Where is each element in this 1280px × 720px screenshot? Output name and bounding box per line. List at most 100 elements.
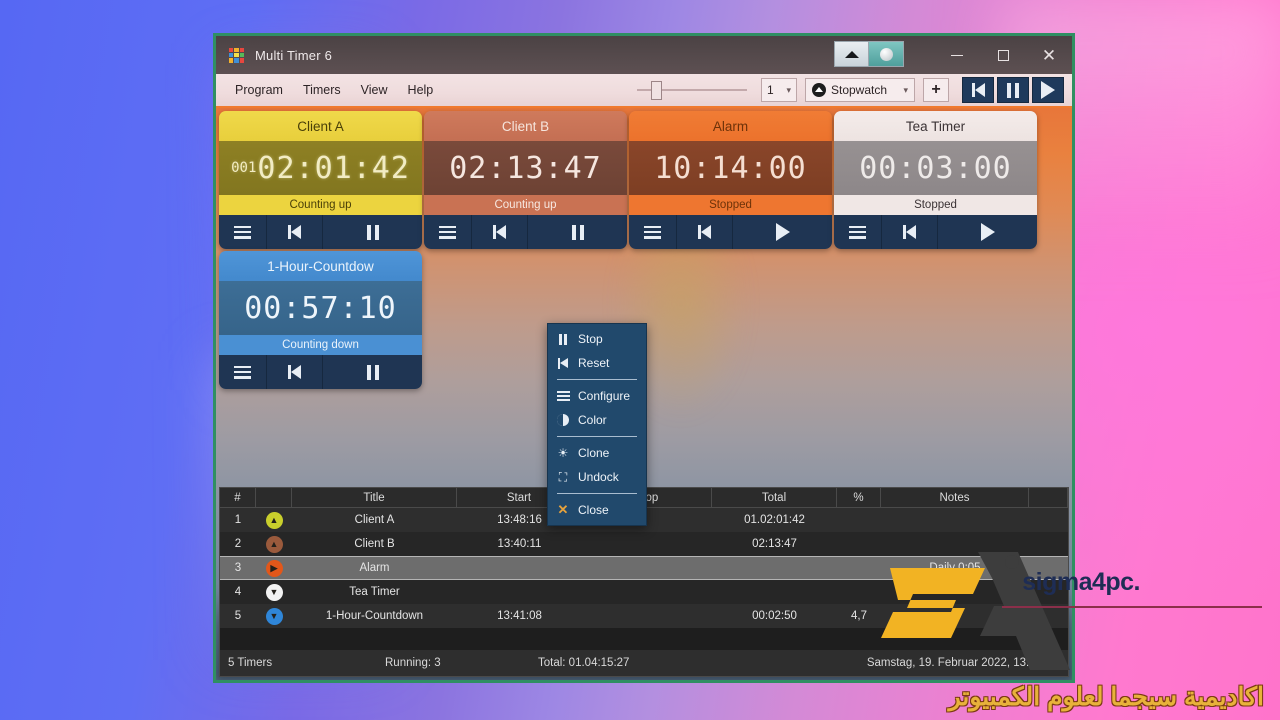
context-menu-item-clone[interactable]: ☀ Clone	[548, 441, 646, 465]
timer-display[interactable]: 001 02:01:42	[219, 141, 422, 195]
timer-card-title: Client A	[219, 111, 422, 141]
timer-mode-dropdown[interactable]: Stopwatch ▾	[805, 78, 915, 102]
row-stop	[582, 604, 712, 628]
play-icon	[1041, 81, 1055, 99]
card-menu-button[interactable]	[834, 215, 882, 249]
minimize-button[interactable]	[934, 36, 980, 74]
pause-icon	[366, 224, 379, 240]
timer-card[interactable]: 1-Hour-Countdow 00:57:10 Counting down	[219, 251, 422, 389]
state-up-icon: ▲	[265, 535, 283, 553]
add-timer-button[interactable]: +	[923, 78, 949, 102]
context-menu-item-color[interactable]: Color	[548, 408, 646, 432]
timer-card[interactable]: Tea Timer 00:03:00 Stopped	[834, 111, 1037, 249]
maximize-button[interactable]	[980, 36, 1026, 74]
column-header-title[interactable]: Title	[292, 488, 457, 507]
card-play-button[interactable]	[938, 215, 1037, 249]
menu-lines-icon	[556, 391, 570, 401]
skip-back-button[interactable]	[962, 77, 994, 103]
column-header-number[interactable]: #	[220, 488, 256, 507]
row-percent: 4,7	[851, 610, 867, 622]
card-reset-button[interactable]	[267, 355, 323, 389]
timer-card[interactable]: Client B 02:13:47 Counting up	[424, 111, 627, 249]
row-title: Client B	[354, 538, 395, 550]
row-title: Tea Timer	[349, 586, 400, 598]
table-row[interactable]: 5 ▼ 1-Hour-Countdown 13:41:08 00:02:50 4,7	[220, 604, 1068, 628]
column-header-total[interactable]: Total	[712, 488, 837, 507]
slider-thumb[interactable]	[651, 81, 662, 100]
table-row[interactable]: 4 ▼ Tea Timer	[220, 580, 1068, 604]
zoom-slider[interactable]	[637, 79, 747, 101]
card-pause-button[interactable]	[323, 355, 422, 389]
row-stop	[582, 557, 712, 579]
context-menu-item-stop[interactable]: Stop	[548, 327, 646, 351]
row-state-cell: ▼	[256, 604, 292, 628]
row-state-cell: ▲	[256, 532, 292, 556]
row-total	[712, 580, 837, 604]
row-total	[712, 557, 837, 579]
column-header-percent[interactable]: %	[837, 488, 881, 507]
card-play-button[interactable]	[733, 215, 832, 249]
card-reset-button[interactable]	[472, 215, 528, 249]
context-menu-item-label: Reset	[578, 356, 610, 370]
window-controls: ✕	[934, 36, 1072, 74]
card-menu-button[interactable]	[424, 215, 472, 249]
card-menu-button[interactable]	[629, 215, 677, 249]
skip-back-icon	[288, 365, 301, 379]
row-number: 1	[234, 514, 242, 526]
timer-display[interactable]: 02:13:47	[424, 141, 627, 195]
card-reset-button[interactable]	[267, 215, 323, 249]
timer-card-controls	[219, 355, 422, 389]
timer-card[interactable]: Alarm 10:14:00 Stopped	[629, 111, 832, 249]
card-reset-button[interactable]	[677, 215, 733, 249]
context-menu-item-close[interactable]: ✕ Close	[548, 498, 646, 522]
menu-help[interactable]: Help	[398, 83, 444, 97]
collapse-up-icon[interactable]	[834, 41, 869, 67]
row-number: 5	[234, 610, 242, 622]
timer-count-dropdown[interactable]: 1 ▾	[761, 78, 797, 102]
table-row[interactable]: 2 ▲ Client B 13:40:11 02:13:47	[220, 532, 1068, 556]
multi-timer-window: Multi Timer 6 ✕ Program Timers View Help…	[216, 36, 1072, 680]
menu-timers[interactable]: Timers	[293, 83, 351, 97]
timer-display[interactable]: 00:57:10	[219, 281, 422, 335]
card-reset-button[interactable]	[882, 215, 938, 249]
context-menu-item-label: Configure	[578, 389, 631, 403]
wallpaper-preview-icon[interactable]	[869, 41, 904, 67]
card-menu-button[interactable]	[219, 355, 267, 389]
close-x-icon: ✕	[557, 502, 569, 517]
row-state-cell: ▼	[256, 580, 292, 604]
play-all-button[interactable]	[1032, 77, 1064, 103]
row-state-cell: ▲	[256, 508, 292, 532]
row-notes	[881, 508, 1029, 532]
context-menu-item-undock[interactable]: ⛶ Undock	[548, 465, 646, 489]
column-header-notes[interactable]: Notes	[881, 488, 1029, 507]
card-menu-button[interactable]	[219, 215, 267, 249]
row-percent	[837, 580, 881, 604]
undock-icon: ⛶	[558, 469, 568, 484]
status-total: Total: 01.04:15:27	[538, 657, 630, 669]
context-menu-item-configure[interactable]: Configure	[548, 384, 646, 408]
menu-separator	[557, 379, 637, 380]
table-body: 1 ▲ Client A 13:48:16 01.02:01:42 2 ▲ Client B1…	[220, 508, 1068, 628]
timer-card[interactable]: Client A 001 02:01:42 Counting up	[219, 111, 422, 249]
row-title: Alarm	[359, 562, 390, 574]
card-pause-button[interactable]	[528, 215, 627, 249]
context-menu-item-reset[interactable]: Reset	[548, 351, 646, 375]
pause-all-button[interactable]	[997, 77, 1029, 103]
contrast-icon	[556, 414, 570, 426]
column-header-state[interactable]	[256, 488, 292, 507]
timer-display[interactable]: 10:14:00	[629, 141, 832, 195]
table-row[interactable]: 3 ▶ Alarm Daily 0:05	[220, 556, 1068, 580]
close-button[interactable]: ✕	[1026, 36, 1072, 74]
column-header-spacer	[1029, 488, 1068, 507]
menu-program[interactable]: Program	[225, 83, 293, 97]
row-spacer	[1029, 604, 1068, 628]
timer-status: Counting up	[424, 195, 627, 215]
card-pause-button[interactable]	[323, 215, 422, 249]
timer-workspace: Client A 001 02:01:42 Counting up Client B 02…	[216, 108, 1072, 680]
timer-display[interactable]: 00:03:00	[834, 141, 1037, 195]
title-extra-buttons	[834, 41, 904, 67]
row-total: 01.02:01:42	[744, 514, 805, 526]
close-icon: ✕	[1041, 45, 1057, 65]
context-menu-item-label: Clone	[578, 446, 610, 460]
menu-view[interactable]: View	[351, 83, 398, 97]
